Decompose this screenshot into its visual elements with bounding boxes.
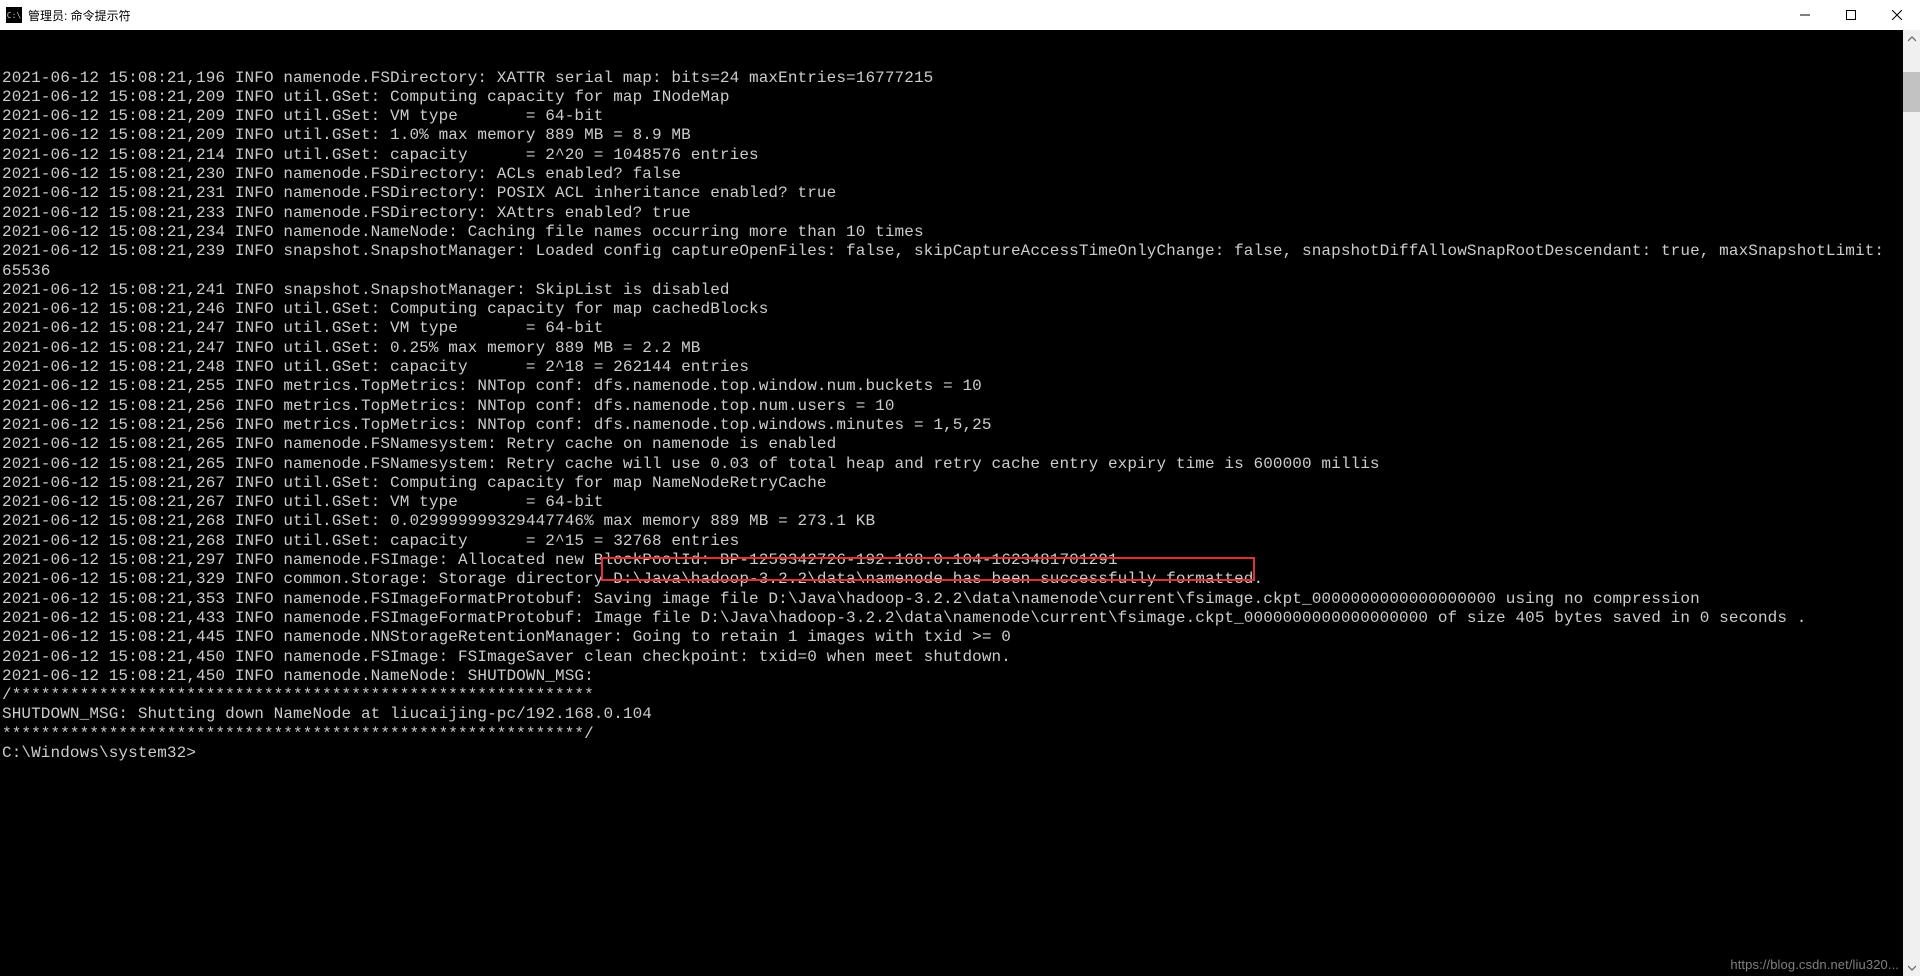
terminal-line: 2021-06-12 15:08:21,353 INFO namenode.FS… xyxy=(2,590,1901,609)
terminal-line: 2021-06-12 15:08:21,450 INFO namenode.FS… xyxy=(2,648,1901,667)
terminal-line: 2021-06-12 15:08:21,255 INFO metrics.Top… xyxy=(2,377,1901,396)
terminal-line: 2021-06-12 15:08:21,234 INFO namenode.Na… xyxy=(2,223,1901,242)
terminal-line: 2021-06-12 15:08:21,267 INFO util.GSet: … xyxy=(2,493,1901,512)
terminal-line: 2021-06-12 15:08:21,214 INFO util.GSet: … xyxy=(2,146,1901,165)
terminal-line: 2021-06-12 15:08:21,268 INFO util.GSet: … xyxy=(2,512,1901,531)
terminal-line: 2021-06-12 15:08:21,445 INFO namenode.NN… xyxy=(2,628,1901,647)
terminal-line: 2021-06-12 15:08:21,239 INFO snapshot.Sn… xyxy=(2,242,1901,281)
terminal-line: 2021-06-12 15:08:21,248 INFO util.GSet: … xyxy=(2,358,1901,377)
terminal-line: 2021-06-12 15:08:21,231 INFO namenode.FS… xyxy=(2,184,1901,203)
terminal-line: 2021-06-12 15:08:21,265 INFO namenode.FS… xyxy=(2,435,1901,454)
scroll-down-button[interactable] xyxy=(1903,959,1920,976)
terminal-line: 2021-06-12 15:08:21,230 INFO namenode.FS… xyxy=(2,165,1901,184)
titlebar[interactable]: C:\ 管理员: 命令提示符 xyxy=(0,0,1920,30)
terminal-line: 2021-06-12 15:08:21,256 INFO metrics.Top… xyxy=(2,397,1901,416)
window-title: 管理员: 命令提示符 xyxy=(28,7,131,24)
terminal-line: 2021-06-12 15:08:21,209 INFO util.GSet: … xyxy=(2,88,1901,107)
chevron-up-icon xyxy=(1908,35,1916,43)
terminal-line: 2021-06-12 15:08:21,246 INFO util.GSet: … xyxy=(2,300,1901,319)
minimize-button[interactable] xyxy=(1782,0,1828,30)
terminal-line: /***************************************… xyxy=(2,686,1901,705)
scroll-up-button[interactable] xyxy=(1903,30,1920,47)
terminal-line: 2021-06-12 15:08:21,329 INFO common.Stor… xyxy=(2,570,1901,589)
terminal-line: 2021-06-12 15:08:21,196 INFO namenode.FS… xyxy=(2,69,1901,88)
scroll-thumb[interactable] xyxy=(1903,72,1920,112)
terminal-line: 2021-06-12 15:08:21,209 INFO util.GSet: … xyxy=(2,107,1901,126)
maximize-button[interactable] xyxy=(1828,0,1874,30)
terminal-line: 2021-06-12 15:08:21,450 INFO namenode.Na… xyxy=(2,667,1901,686)
terminal-line: 2021-06-12 15:08:21,265 INFO namenode.FS… xyxy=(2,455,1901,474)
terminal-line: 2021-06-12 15:08:21,241 INFO snapshot.Sn… xyxy=(2,281,1901,300)
terminal-line: ****************************************… xyxy=(2,725,1901,744)
terminal-line: 2021-06-12 15:08:21,247 INFO util.GSet: … xyxy=(2,339,1901,358)
maximize-icon xyxy=(1846,10,1856,20)
terminal-line: 2021-06-12 15:08:21,247 INFO util.GSet: … xyxy=(2,319,1901,338)
terminal-output[interactable]: 2021-06-12 15:08:21,196 INFO namenode.FS… xyxy=(0,30,1903,976)
terminal-line: 2021-06-12 15:08:21,267 INFO util.GSet: … xyxy=(2,474,1901,493)
terminal-line: 2021-06-12 15:08:21,433 INFO namenode.FS… xyxy=(2,609,1901,628)
close-button[interactable] xyxy=(1874,0,1920,30)
client-area: 2021-06-12 15:08:21,196 INFO namenode.FS… xyxy=(0,30,1920,976)
terminal-line: 2021-06-12 15:08:21,256 INFO metrics.Top… xyxy=(2,416,1901,435)
cmd-icon: C:\ xyxy=(6,7,22,23)
terminal-line: 2021-06-12 15:08:21,233 INFO namenode.FS… xyxy=(2,204,1901,223)
close-icon xyxy=(1892,10,1902,20)
vertical-scrollbar[interactable] xyxy=(1903,30,1920,976)
terminal-line: 2021-06-12 15:08:21,268 INFO util.GSet: … xyxy=(2,532,1901,551)
terminal-line: SHUTDOWN_MSG: Shutting down NameNode at … xyxy=(2,705,1901,724)
terminal-line: 2021-06-12 15:08:21,297 INFO namenode.FS… xyxy=(2,551,1901,570)
terminal-line: C:\Windows\system32> xyxy=(2,744,1901,763)
terminal-line: 2021-06-12 15:08:21,209 INFO util.GSet: … xyxy=(2,126,1901,145)
minimize-icon xyxy=(1800,10,1810,20)
watermark-text: https://blog.csdn.net/liu320... xyxy=(1730,955,1899,974)
chevron-down-icon xyxy=(1908,964,1916,972)
window: C:\ 管理员: 命令提示符 2021-06-12 15:08:21,196 I… xyxy=(0,0,1920,976)
